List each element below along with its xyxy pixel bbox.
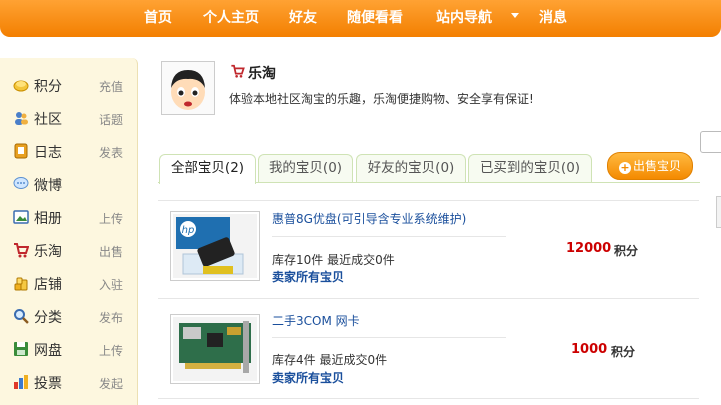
sidebar-item-album[interactable]: 相册 上传 [0,201,137,233]
sell-item-label: 出售宝贝 [632,159,681,173]
sidebar-item-label[interactable]: 积分 [34,76,62,96]
cart-icon [231,64,245,78]
tab-all-items[interactable]: 全部宝贝(2) [159,154,256,184]
item-stock: 库存10件 最近成交0件 [272,253,395,267]
sidebar-item-community[interactable]: 社区 话题 [0,102,137,134]
sidebar-item-letao[interactable]: 乐淘 出售 [0,234,137,266]
item-stock: 库存4件 最近成交0件 [272,353,388,367]
nav-messages[interactable]: 消息 [539,0,567,37]
sidebar-subaction[interactable]: 发起 [99,375,123,392]
row-divider [158,200,699,201]
tab-bought-items[interactable]: 已买到的宝贝(0) [468,154,592,182]
sidebar-item-label[interactable]: 乐淘 [34,241,62,261]
magnifier-icon [14,309,29,324]
tab-my-items[interactable]: 我的宝贝(0) [258,154,353,182]
scroll-handle[interactable] [716,196,721,228]
sidebar-item-points[interactable]: 积分 充值 [0,69,137,101]
speech-bubble-icon [13,177,29,189]
row-divider [158,398,699,399]
nav-friends[interactable]: 好友 [289,0,317,37]
sidebar-item-label[interactable]: 店铺 [34,274,62,294]
price-unit: 积分 [614,244,639,258]
usb-drive-image: hp [173,214,257,278]
row-divider [158,298,699,299]
item-thumbnail-nic[interactable] [170,314,260,384]
seller-items-link[interactable]: 卖家所有宝贝 [272,268,344,285]
seller-items-link[interactable]: 卖家所有宝贝 [272,369,344,386]
coins-icon [13,80,29,92]
avatar-face-icon [162,62,214,114]
plus-icon: + [618,161,631,174]
cart-icon [14,243,29,258]
sidebar-item-weibo[interactable]: 微博 [0,168,137,200]
top-nav-bar: 首页 个人主页 好友 随便看看 站内导航 消息 [0,0,721,37]
photo-icon [13,210,29,224]
price-unit: 积分 [611,345,636,359]
sidebar-subaction[interactable]: 入驻 [99,276,123,293]
chevron-down-icon[interactable] [511,13,519,18]
avatar[interactable] [161,61,215,115]
item-title[interactable]: 惠普8G优盘(可引导含专业系统维护) [272,210,466,227]
people-icon [15,112,28,125]
sidebar-subaction[interactable]: 上传 [99,342,123,359]
sidebar-item-journal[interactable]: 日志 发表 [0,135,137,167]
sidebar-item-label[interactable]: 分类 [34,307,62,327]
disk-icon [14,342,28,356]
sidebar-subaction[interactable]: 充值 [99,78,123,95]
sidebar-subaction[interactable]: 出售 [99,243,123,260]
network-card-image [173,317,257,381]
nav-profile[interactable]: 个人主页 [203,0,259,37]
svg-text:hp: hp [182,225,195,236]
item-price: 12000 [566,241,612,256]
nav-home[interactable]: 首页 [144,0,172,37]
item-title[interactable]: 二手3COM 网卡 [272,312,360,329]
sidebar-item-netdisk[interactable]: 网盘 上传 [0,333,137,365]
sidebar-subaction[interactable]: 上传 [99,210,123,227]
sidebar-item-label[interactable]: 微博 [34,175,62,195]
sidebar-subaction[interactable]: 发表 [99,144,123,161]
sidebar: 积分 充值 社区 话题 日志 发表 微博 相册 上传 乐淘 出售 店铺 入驻 分… [0,58,138,405]
sell-item-button[interactable]: + 出售宝贝 [607,152,693,180]
journal-icon [14,143,28,159]
sidebar-item-label[interactable]: 日志 [34,142,62,162]
nav-browse[interactable]: 随便看看 [347,0,403,37]
sidebar-item-category[interactable]: 分类 发布 [0,300,137,332]
page-title: 乐淘 [248,66,276,82]
sidebar-subaction[interactable]: 话题 [99,111,123,128]
sidebar-item-label[interactable]: 相册 [34,208,62,228]
bar-chart-icon [14,375,28,389]
item-title-underline [272,236,506,237]
sidebar-item-label[interactable]: 社区 [34,109,62,129]
sidebar-item-label[interactable]: 投票 [34,373,62,393]
tab-friends-items[interactable]: 好友的宝贝(0) [356,154,466,182]
sidebar-item-vote[interactable]: 投票 发起 [0,366,137,398]
page-description: 体验本地社区淘宝的乐趣，乐淘便捷购物、安全享有保证! [229,92,534,106]
sidebar-item-shop[interactable]: 店铺 入驻 [0,267,137,299]
sidebar-item-label[interactable]: 网盘 [34,340,62,360]
item-thumbnail-usb[interactable]: hp [170,211,260,281]
item-title-underline [272,337,506,338]
search-input-edge[interactable] [700,131,721,153]
sidebar-subaction[interactable]: 发布 [99,309,123,326]
item-price: 1000 [571,342,608,357]
nav-site-nav[interactable]: 站内导航 [436,0,492,37]
coin-stack-icon [14,277,28,291]
